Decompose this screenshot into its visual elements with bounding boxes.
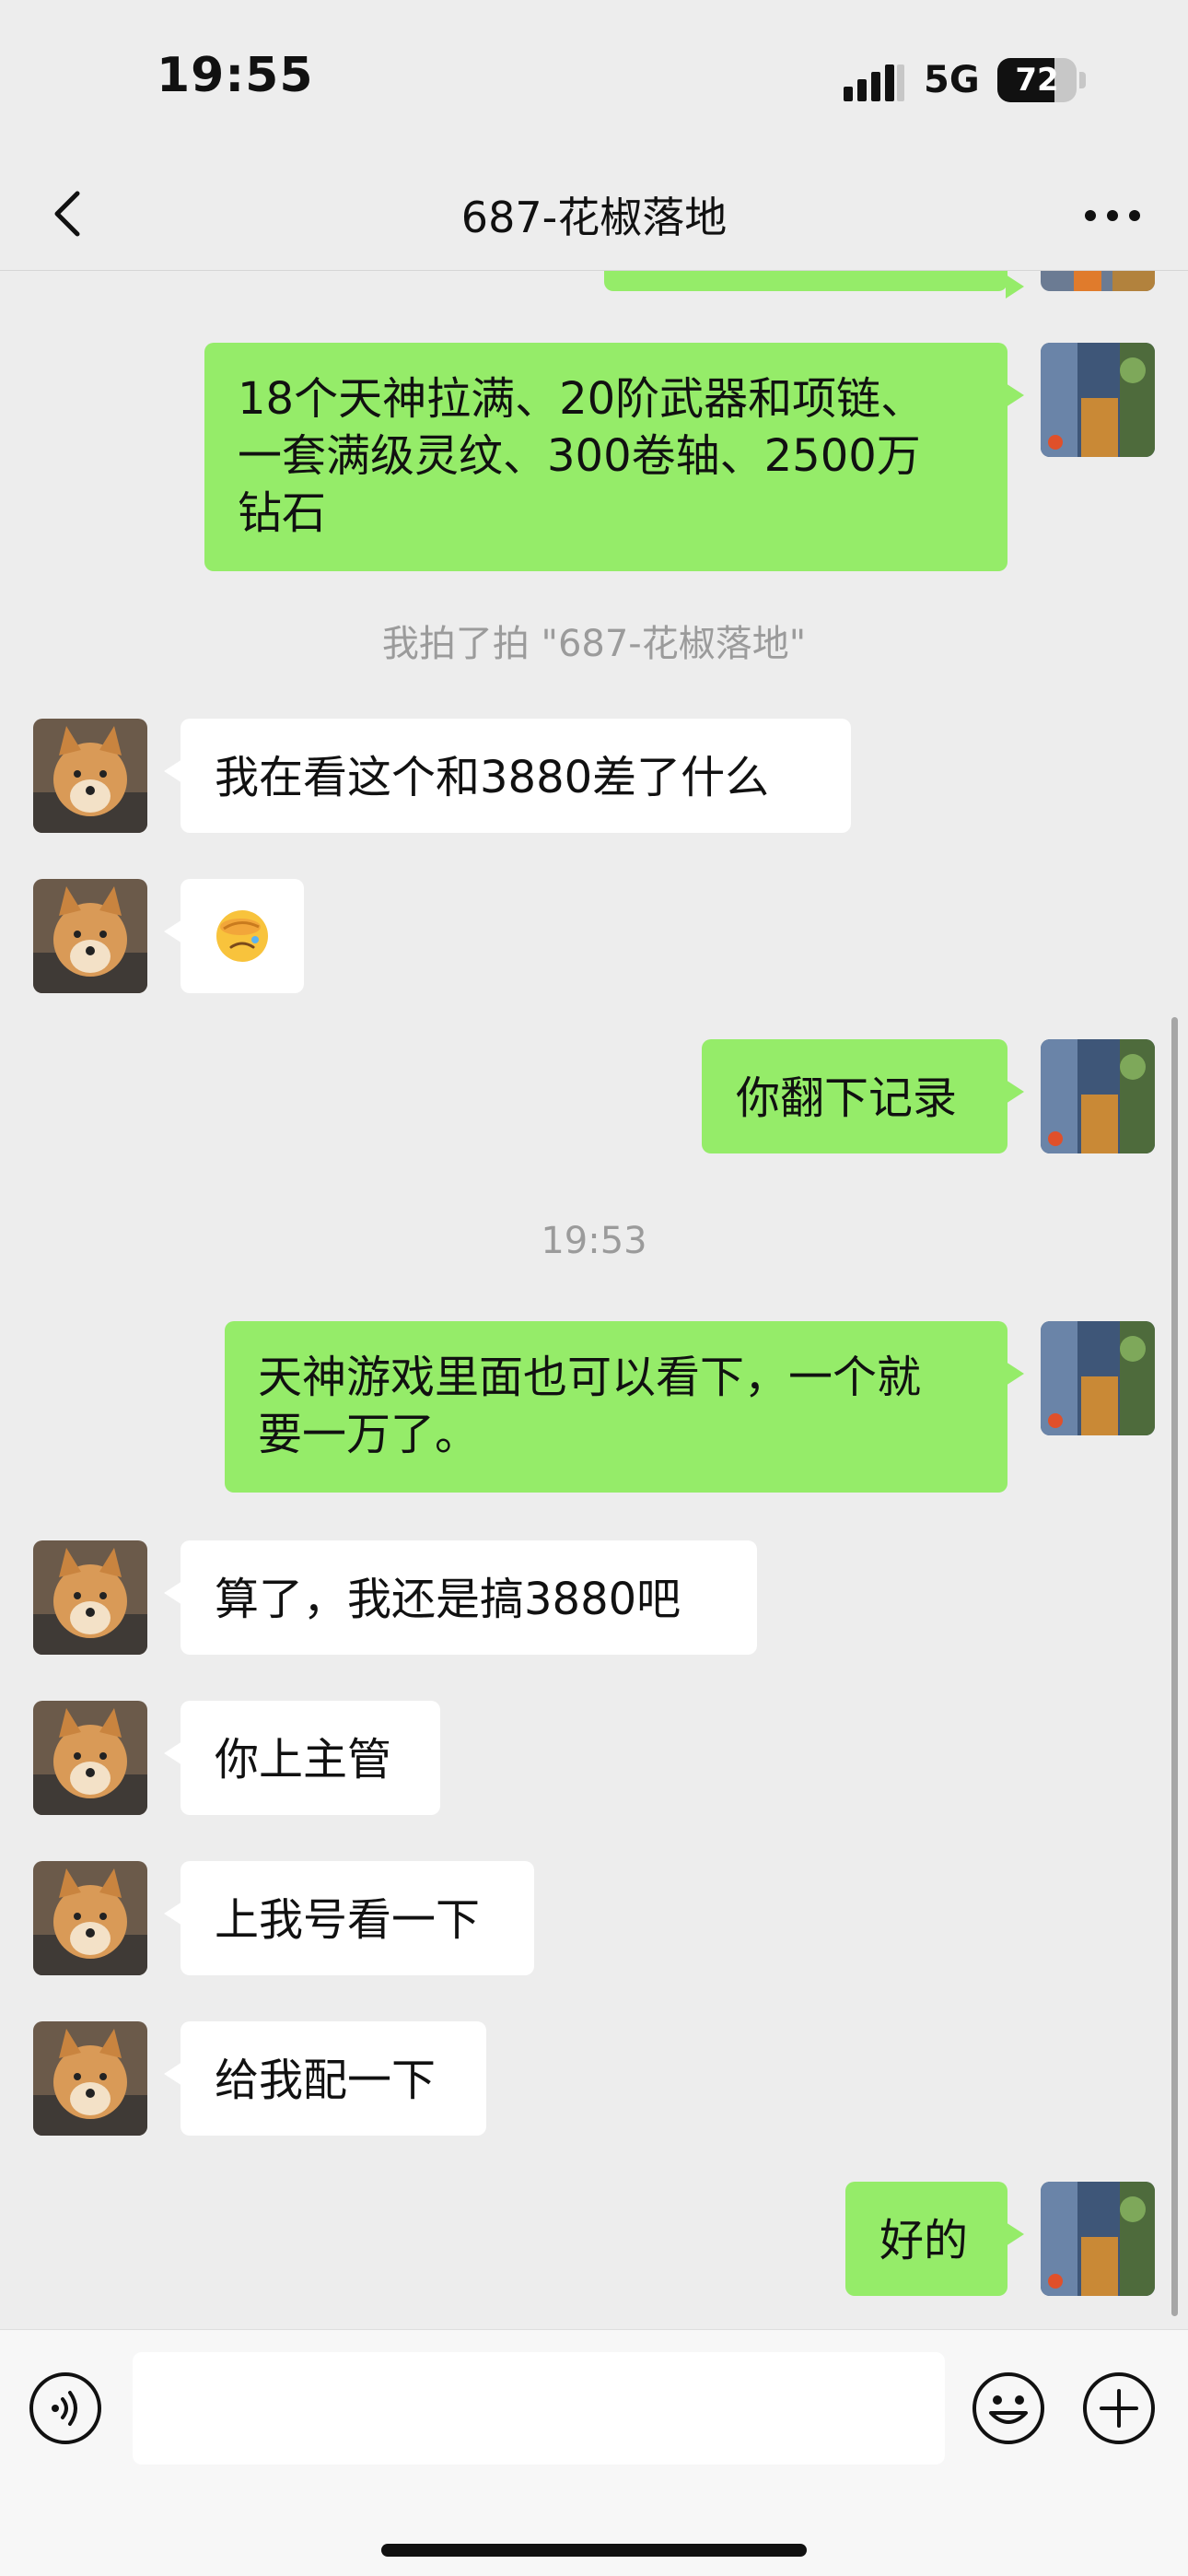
home-indicator [381, 2544, 807, 2557]
avatar-self[interactable] [1041, 1321, 1155, 1435]
message-bubble-outgoing[interactable]: 你翻下记录 [702, 1039, 1024, 1153]
avatar-self[interactable] [1041, 343, 1155, 457]
avatar-contact[interactable] [33, 1861, 147, 1975]
input-bar [0, 2329, 1188, 2576]
message-bubble-incoming[interactable]: 给我配一下 [164, 2021, 486, 2136]
timestamp: 19:53 [541, 1220, 647, 1262]
message-input[interactable] [133, 2352, 945, 2465]
network-label: 5G [924, 59, 980, 101]
signal-icon [844, 64, 904, 101]
battery-icon: 72 [997, 58, 1086, 102]
plus-circle-icon[interactable] [1081, 2371, 1157, 2446]
more-dots-icon[interactable] [1076, 182, 1149, 249]
message-bubble-partial [604, 271, 1024, 299]
facepalm-emoji [216, 910, 268, 962]
smiley-icon[interactable] [971, 2371, 1046, 2446]
chat-title: 687-花椒落地 [460, 193, 728, 242]
avatar-self[interactable] [1041, 1039, 1155, 1153]
message-bubble-incoming[interactable]: 我在看这个和3880差了什么 [164, 719, 851, 833]
status-time: 19:55 [157, 48, 314, 103]
nav-bar: 687-花椒落地 [0, 157, 1188, 271]
avatar-contact[interactable] [33, 719, 147, 833]
message-list[interactable]: 18个天神拉满、20阶武器和项链、 一套满级灵纹、300卷轴、2500万 钻石 … [0, 271, 1188, 2329]
message-bubble-outgoing[interactable]: 好的 [845, 2182, 1024, 2296]
system-pat-notice: 我拍了拍 "687-花椒落地" [381, 623, 807, 665]
avatar-contact[interactable] [33, 2021, 147, 2136]
message-bubble-incoming-emoji[interactable] [164, 879, 304, 993]
message-bubble-incoming[interactable]: 上我号看一下 [164, 1861, 534, 1975]
voice-icon[interactable] [28, 2371, 103, 2446]
avatar-contact[interactable] [33, 1540, 147, 1655]
message-bubble-incoming[interactable]: 算了，我还是搞3880吧 [164, 1540, 757, 1655]
scrollbar[interactable] [1171, 1017, 1178, 2316]
avatar-contact[interactable] [33, 1701, 147, 1815]
avatar-contact[interactable] [33, 879, 147, 993]
message-bubble-incoming[interactable]: 你上主管 [164, 1701, 440, 1815]
status-bar: 19:55 5G 72 [0, 0, 1188, 157]
avatar-self[interactable] [1041, 2182, 1155, 2296]
message-bubble-outgoing[interactable]: 天神游戏里面也可以看下，一个就 要一万了。 [225, 1321, 1024, 1493]
battery-percent: 72 [1015, 62, 1059, 99]
chat-screen: 19:55 5G 72 687-花椒落地 18个天神拉满、20阶武器和项链、 一… [0, 0, 1188, 2576]
avatar-self[interactable] [1041, 271, 1155, 291]
message-bubble-outgoing[interactable]: 18个天神拉满、20阶武器和项链、 一套满级灵纹、300卷轴、2500万 钻石 [204, 343, 1024, 571]
